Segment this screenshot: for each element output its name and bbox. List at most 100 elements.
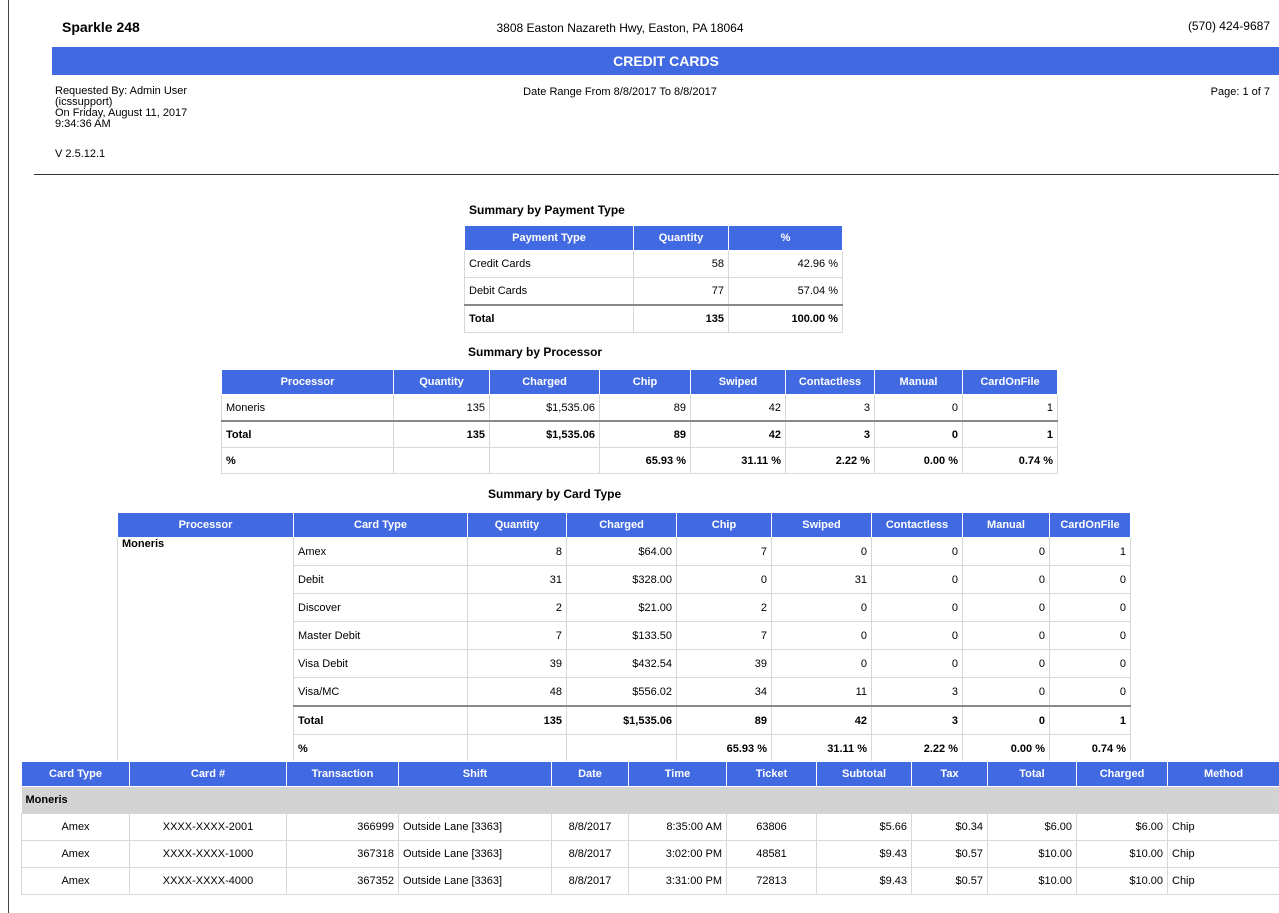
cell: $10.00 — [987, 867, 1077, 895]
cell: 34 — [676, 677, 772, 707]
store-phone: (570) 424-9687 — [1187, 19, 1270, 33]
cell: 367352 — [286, 867, 399, 895]
column-header: Quantity — [393, 369, 490, 395]
cell: 3 — [871, 677, 963, 707]
cell: $1,535.06 — [566, 705, 677, 735]
date-range: Date Range From 8/8/2017 To 8/8/2017 — [523, 86, 717, 98]
cell: 0.00 % — [874, 447, 963, 474]
cell: Chip — [1167, 840, 1279, 868]
cell: Total — [464, 304, 634, 333]
cell: 0.74 % — [1049, 734, 1131, 763]
column-header: CardOnFile — [1049, 512, 1131, 538]
table-row: Moneris 135 $1,535.06 89 42 3 0 1 — [221, 394, 1058, 422]
column-header: Card Type — [293, 512, 468, 538]
cell: XXXX-XXXX-2001 — [129, 813, 287, 841]
column-header: Ticket — [726, 761, 817, 787]
cell: 0 — [962, 649, 1050, 678]
cell: 0 — [871, 593, 963, 622]
column-header: Manual — [874, 369, 963, 395]
cell — [467, 734, 567, 763]
store-address: 3808 Easton Nazareth Hwy, Easton, PA 180… — [496, 21, 744, 35]
cell: $1,535.06 — [489, 394, 600, 422]
cell: 31 — [771, 565, 872, 594]
cell: 100.00 % — [728, 304, 843, 333]
cell: 31.11 % — [690, 447, 786, 474]
payment-type-table: Payment Type Quantity % Credit Cards 58 … — [464, 225, 843, 333]
cell: 135 — [467, 705, 567, 735]
cell: 2.22 % — [871, 734, 963, 763]
cell: Debit — [293, 565, 468, 594]
page-number: Page: 1 of 7 — [1210, 86, 1270, 98]
cell: Total — [293, 705, 468, 735]
cell: Outside Lane [3363] — [398, 867, 552, 895]
cell: 48581 — [726, 840, 817, 868]
column-header: Card # — [129, 761, 287, 787]
cell: $5.66 — [816, 813, 912, 841]
cell: 367318 — [286, 840, 399, 868]
cell: 0 — [871, 649, 963, 678]
cell: Credit Cards — [464, 250, 634, 278]
cell: Chip — [1167, 813, 1279, 841]
cell: 0 — [871, 565, 963, 594]
cell: $328.00 — [566, 565, 677, 594]
column-header: Charged — [489, 369, 600, 395]
cell: 72813 — [726, 867, 817, 895]
cell: 0 — [1049, 565, 1131, 594]
cell: Discover — [293, 593, 468, 622]
cell: 8/8/2017 — [551, 813, 629, 841]
column-header: Contactless — [785, 369, 875, 395]
cell: Outside Lane [3363] — [398, 840, 552, 868]
total-row: Total 135 100.00 % — [464, 304, 843, 333]
cell: 8/8/2017 — [551, 840, 629, 868]
cell: 0 — [871, 537, 963, 566]
cell — [393, 447, 490, 474]
cell: 11 — [771, 677, 872, 707]
column-header: Swiped — [690, 369, 786, 395]
cell: 57.04 % — [728, 277, 843, 306]
group-row: Moneris — [21, 786, 1279, 814]
cell: 0 — [874, 394, 963, 422]
cell: % — [293, 734, 468, 763]
header-divider — [34, 174, 1279, 175]
cell: Amex — [21, 813, 130, 841]
cell: 3 — [871, 705, 963, 735]
cell: 31.11 % — [771, 734, 872, 763]
column-header: Transaction — [286, 761, 399, 787]
cell: XXXX-XXXX-1000 — [129, 840, 287, 868]
cell: 0 — [771, 649, 872, 678]
total-row: Total 135 $1,535.06 89 42 3 0 1 — [221, 420, 1058, 448]
cell: 3 — [785, 394, 875, 422]
column-header: Contactless — [871, 512, 963, 538]
cell: 0 — [962, 705, 1050, 735]
table-row: Credit Cards 58 42.96 % — [464, 250, 843, 278]
cell: 1 — [962, 420, 1058, 448]
column-header: Time — [628, 761, 727, 787]
cell: 63806 — [726, 813, 817, 841]
cell: XXXX-XXXX-4000 — [129, 867, 287, 895]
processor-caption: Summary by Processor — [468, 345, 603, 359]
table-row: Amex XXXX-XXXX-2001 366999 Outside Lane … — [21, 813, 1279, 841]
cell: 1 — [962, 394, 1058, 422]
cell: Amex — [21, 840, 130, 868]
cell: 7 — [676, 621, 772, 650]
cell: 2 — [467, 593, 567, 622]
cell: 2.22 % — [785, 447, 875, 474]
cell: 0 — [771, 537, 872, 566]
transaction-detail-table: Card Type Card # Transaction Shift Date … — [21, 761, 1279, 895]
cell: % — [221, 447, 394, 474]
cell: 0 — [871, 621, 963, 650]
cell: 135 — [393, 420, 490, 448]
cell: 58 — [633, 250, 729, 278]
cell: Amex — [293, 537, 468, 566]
column-header: Total — [987, 761, 1077, 787]
cell: 42 — [771, 705, 872, 735]
cell: Amex — [21, 867, 130, 895]
cell: $6.00 — [987, 813, 1077, 841]
cell: Total — [221, 420, 394, 448]
cell: Visa Debit — [293, 649, 468, 678]
column-header: % — [728, 225, 843, 251]
cell: $0.57 — [911, 840, 988, 868]
column-header: Tax — [911, 761, 988, 787]
cell: 8 — [467, 537, 567, 566]
cell: Moneris — [221, 394, 394, 422]
